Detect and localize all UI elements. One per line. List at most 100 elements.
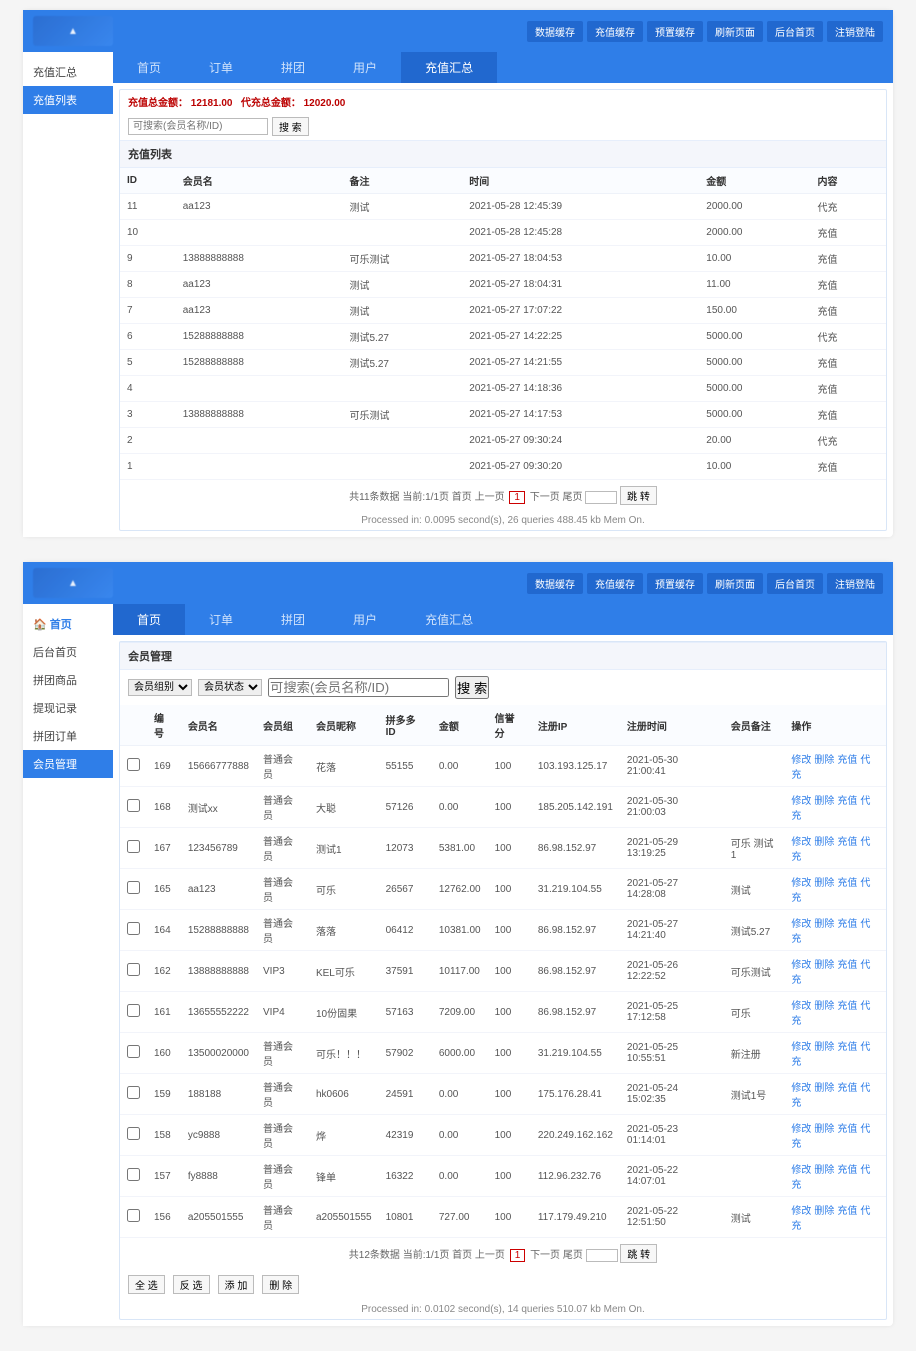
op-link[interactable]: 修改 [791,755,811,766]
row-checkbox[interactable] [127,922,140,935]
op-link[interactable]: 充值 [837,1042,857,1053]
op-link[interactable]: 删除 [814,878,834,889]
op-link[interactable]: 充值 [837,796,857,807]
search-button-1[interactable]: 搜 索 [272,117,309,136]
member-table: 编号会员名会员组会员昵称拼多多ID金额信誉分注册IP注册时间会员备注操作 169… [120,705,886,1238]
sidebar-item[interactable]: 提现记录 [23,694,113,722]
row-checkbox[interactable] [127,1086,140,1099]
row-checkbox[interactable] [127,1004,140,1017]
row-checkbox[interactable] [127,1168,140,1181]
row-checkbox[interactable] [127,799,140,812]
search-button-2[interactable]: 搜 索 [455,676,489,699]
op-link[interactable]: 充值 [837,919,857,930]
sidebar-item[interactable]: 拼团订单 [23,722,113,750]
header-action[interactable]: 数据缓存 [527,573,583,594]
sidebar-item[interactable]: 🏠 首页 [23,610,113,638]
table-row: 515288888888测试5.272021-05-27 14:21:55500… [120,350,886,376]
op-link[interactable]: 修改 [791,1083,811,1094]
op-link[interactable]: 修改 [791,919,811,930]
header-action[interactable]: 充值缓存 [587,21,643,42]
op-link[interactable]: 充值 [837,837,857,848]
page-jump-button-2[interactable]: 跳 转 [620,1244,657,1263]
op-link[interactable]: 充值 [837,1083,857,1094]
sidebar-item[interactable]: 拼团商品 [23,666,113,694]
sidebar-item[interactable]: 会员管理 [23,750,113,778]
nav-tab[interactable]: 首页 [113,604,185,635]
page-jump-button-1[interactable]: 跳 转 [620,486,657,505]
op-link[interactable]: 修改 [791,878,811,889]
op-link[interactable]: 删除 [814,755,834,766]
op-link[interactable]: 修改 [791,960,811,971]
op-link[interactable]: 删除 [814,1165,834,1176]
nav-tab[interactable]: 用户 [329,604,401,635]
search-input-1[interactable] [128,118,268,135]
op-link[interactable]: 删除 [814,1124,834,1135]
member-status-select[interactable]: 会员状态 [198,679,262,696]
op-link[interactable]: 充值 [837,755,857,766]
sidebar-item[interactable]: 充值汇总 [23,58,113,86]
nav-tab[interactable]: 充值汇总 [401,52,497,83]
op-link[interactable]: 充值 [837,1001,857,1012]
op-link[interactable]: 删除 [814,1042,834,1053]
header-action[interactable]: 预置缓存 [647,21,703,42]
batch-button[interactable]: 反 选 [173,1275,210,1294]
nav-tab[interactable]: 订单 [185,52,257,83]
nav-tab[interactable]: 用户 [329,52,401,83]
nav-tab[interactable]: 订单 [185,604,257,635]
row-checkbox[interactable] [127,1127,140,1140]
header-action[interactable]: 数据缓存 [527,21,583,42]
batch-button[interactable]: 全 选 [128,1275,165,1294]
search-input-2[interactable] [268,678,449,697]
op-link[interactable]: 修改 [791,1124,811,1135]
sidebar-item[interactable]: 后台首页 [23,638,113,666]
page-jump-input-2[interactable] [586,1249,618,1262]
header-action[interactable]: 预置缓存 [647,573,703,594]
batch-button[interactable]: 删 除 [262,1275,299,1294]
op-link[interactable]: 充值 [837,960,857,971]
row-checkbox[interactable] [127,1209,140,1222]
op-link[interactable]: 删除 [814,837,834,848]
op-link[interactable]: 修改 [791,1001,811,1012]
op-link[interactable]: 充值 [837,1206,857,1217]
header-action[interactable]: 后台首页 [767,573,823,594]
op-link[interactable]: 修改 [791,796,811,807]
op-link[interactable]: 删除 [814,960,834,971]
nav-tab[interactable]: 充值汇总 [401,604,497,635]
header-action[interactable]: 充值缓存 [587,573,643,594]
op-link[interactable]: 修改 [791,837,811,848]
op-link[interactable]: 修改 [791,1042,811,1053]
table-row: 165aa123普通会员可乐2656712762.0010031.219.104… [120,869,886,910]
op-link[interactable]: 删除 [814,1001,834,1012]
nav-tab[interactable]: 首页 [113,52,185,83]
row-checkbox[interactable] [127,758,140,771]
op-link[interactable]: 充值 [837,878,857,889]
member-group-select[interactable]: 会员组别 [128,679,192,696]
row-checkbox[interactable] [127,840,140,853]
page-jump-input-1[interactable] [585,491,617,504]
table-row: 12021-05-27 09:30:2010.00充值 [120,454,886,480]
sidebar-2: 🏠 首页后台首页拼团商品提现记录拼团订单会员管理 [23,604,113,1326]
header-action[interactable]: 刷新页面 [707,21,763,42]
op-link[interactable]: 修改 [791,1206,811,1217]
batch-button[interactable]: 添 加 [218,1275,255,1294]
pager-2: 共12条数据 当前:1/1页 首页 上一页 1 下一页 尾页 跳 转 [120,1238,886,1269]
row-checkbox[interactable] [127,963,140,976]
nav-tab[interactable]: 拼团 [257,52,329,83]
row-checkbox[interactable] [127,1045,140,1058]
op-link[interactable]: 修改 [791,1165,811,1176]
op-link[interactable]: 删除 [814,796,834,807]
op-link[interactable]: 删除 [814,919,834,930]
topbar: ▲ 数据缓存充值缓存预置缓存刷新页面后台首页注销登陆 [23,10,893,52]
header-action[interactable]: 刷新页面 [707,573,763,594]
nav-tab[interactable]: 拼团 [257,604,329,635]
header-action[interactable]: 注销登陆 [827,21,883,42]
row-checkbox[interactable] [127,881,140,894]
sidebar-item[interactable]: 充值列表 [23,86,113,114]
header-action[interactable]: 注销登陆 [827,573,883,594]
op-link[interactable]: 充值 [837,1165,857,1176]
table-row: 22021-05-27 09:30:2420.00代充 [120,428,886,454]
header-action[interactable]: 后台首页 [767,21,823,42]
op-link[interactable]: 删除 [814,1206,834,1217]
op-link[interactable]: 删除 [814,1083,834,1094]
op-link[interactable]: 充值 [837,1124,857,1135]
